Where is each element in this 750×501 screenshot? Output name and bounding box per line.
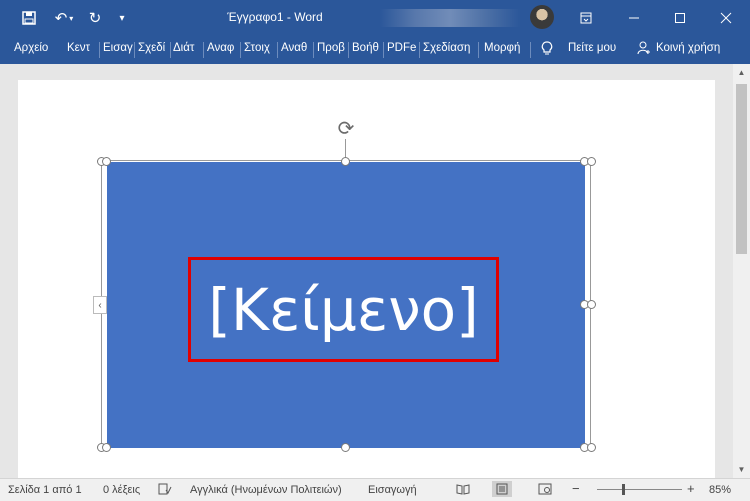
tab-shape-format[interactable]: Μορφή (484, 42, 520, 54)
zoom-out-button[interactable]: − (572, 481, 580, 496)
vertical-scrollbar[interactable]: ▲ ▼ (733, 64, 750, 478)
tab-divider (313, 42, 314, 58)
tab-insert[interactable]: Εισαγ (103, 42, 133, 54)
tab-references[interactable]: Αναφ (207, 42, 234, 54)
page-count[interactable]: Σελίδα 1 από 1 (8, 484, 82, 496)
resize-handle-right[interactable] (587, 300, 596, 309)
resize-handle-bottom-right[interactable] (587, 443, 596, 452)
tab-help[interactable]: Βοήθ (352, 42, 379, 54)
redo-icon[interactable]: ↻ (84, 8, 106, 28)
title-bar: ↶ ▾ ↻ ▾ Έγγραφο1 - Word (0, 0, 750, 36)
resize-handle-bottom-left-inner[interactable] (102, 443, 111, 452)
tab-pdfelement[interactable]: PDFe (387, 42, 416, 54)
tab-review[interactable]: Αναθ (281, 42, 307, 54)
scroll-up-icon[interactable]: ▲ (733, 64, 750, 81)
tell-me-search[interactable]: Πείτε μου (568, 42, 616, 54)
resize-handle-bottom[interactable] (341, 443, 350, 452)
rotation-connector (345, 139, 346, 159)
tab-view[interactable]: Προβ (317, 42, 345, 54)
tab-divider (203, 42, 204, 58)
insert-mode[interactable]: Εισαγωγή (368, 484, 417, 496)
layout-options-chevron-icon[interactable]: ‹ (93, 296, 107, 314)
tab-divider (478, 42, 479, 58)
person-icon (637, 41, 651, 58)
ribbon-tabs: Αρχείο Κεντ Εισαγ Σχεδί Διάτ Αναφ Στοιχ … (0, 36, 750, 64)
shape-text: [Κείμενο] (208, 275, 479, 344)
maximize-button[interactable] (657, 0, 703, 36)
resize-handle-top-left-inner[interactable] (102, 157, 111, 166)
tab-design[interactable]: Σχεδί (138, 42, 165, 54)
zoom-slider-thumb[interactable] (622, 484, 625, 495)
scrollbar-thumb[interactable] (736, 84, 747, 254)
read-mode-icon[interactable] (455, 482, 471, 496)
tab-divider (99, 42, 100, 58)
tab-divider (348, 42, 349, 58)
zoom-in-button[interactable]: + (687, 481, 695, 496)
web-layout-icon[interactable] (537, 482, 553, 496)
proofing-icon[interactable] (157, 482, 173, 496)
tab-divider (419, 42, 420, 58)
tab-divider (277, 42, 278, 58)
lightbulb-icon[interactable] (541, 41, 553, 60)
tab-layout[interactable]: Διάτ (173, 42, 194, 54)
tab-shape-design[interactable]: Σχεδίαση (423, 42, 470, 54)
language[interactable]: Αγγλικά (Ηνωμένων Πολιτειών) (190, 484, 342, 496)
save-icon[interactable] (18, 8, 40, 28)
status-bar: Σελίδα 1 από 1 0 λέξεις Αγγλικά (Ηνωμένω… (0, 478, 750, 501)
account-name-blurred (380, 9, 520, 27)
word-count[interactable]: 0 λέξεις (103, 484, 140, 496)
tab-file[interactable]: Αρχείο (14, 42, 48, 54)
close-button[interactable] (703, 0, 749, 36)
tab-divider (240, 42, 241, 58)
resize-handle-top[interactable] (341, 157, 350, 166)
share-button[interactable]: Κοινή χρήση (656, 42, 720, 54)
tab-divider (134, 42, 135, 58)
tab-divider (530, 42, 531, 58)
zoom-slider[interactable] (597, 489, 682, 490)
undo-icon[interactable]: ↶ ▾ (50, 8, 78, 28)
ribbon-display-options-icon[interactable] (563, 0, 609, 36)
tab-home[interactable]: Κεντ (67, 42, 90, 54)
avatar[interactable] (530, 5, 554, 29)
minimize-button[interactable] (611, 0, 657, 36)
window-title: Έγγραφο1 - Word (227, 10, 323, 24)
print-layout-icon[interactable] (492, 481, 512, 497)
scroll-down-icon[interactable]: ▼ (733, 461, 750, 478)
tab-mailings[interactable]: Στοιχ (244, 42, 270, 54)
shape-text-highlighted[interactable]: [Κείμενο] (188, 257, 499, 362)
zoom-level[interactable]: 85% (709, 484, 731, 496)
customize-toolbar-icon[interactable]: ▾ (114, 8, 130, 28)
tab-divider (170, 42, 171, 58)
rotate-handle-icon[interactable]: ⟳ (334, 116, 358, 140)
tab-divider (383, 42, 384, 58)
resize-handle-top-right[interactable] (587, 157, 596, 166)
